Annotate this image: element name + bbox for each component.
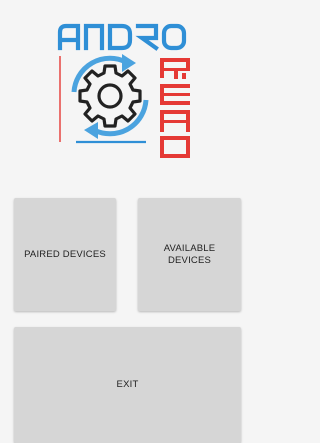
available-devices-button[interactable]: AVAILABLE DEVICES: [138, 198, 241, 311]
available-devices-label-line2: DEVICES: [167, 254, 212, 266]
available-devices-label-line1: AVAILABLE: [163, 242, 216, 254]
andro-read-logo: [56, 18, 196, 168]
exit-label: EXIT: [116, 379, 139, 390]
wordmark-andro: [57, 23, 187, 51]
wordmark-read: [160, 58, 190, 158]
available-devices-label: AVAILABLE DEVICES: [164, 243, 216, 267]
logo-graphic: [57, 23, 190, 158]
exit-button[interactable]: EXIT: [14, 327, 241, 443]
paired-devices-button[interactable]: PAIRED DEVICES: [14, 198, 116, 311]
paired-devices-label: PAIRED DEVICES: [24, 248, 106, 260]
app-screen: PAIRED DEVICES AVAILABLE DEVICES EXIT: [0, 0, 241, 443]
gear-icon: [78, 64, 142, 128]
